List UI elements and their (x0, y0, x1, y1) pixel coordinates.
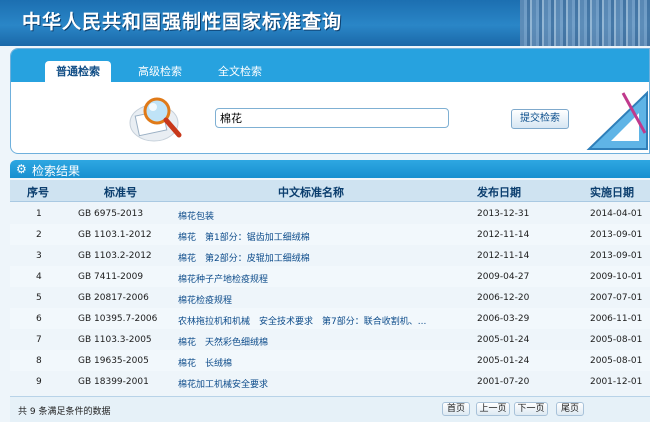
table-row: 3 GB 1103.2-2012 棉花 第2部分：皮辊加工细绒棉 2012-11… (36, 251, 643, 264)
header-banner: 中华人民共和国强制性国家标准查询 (0, 0, 650, 46)
table-row: 6 GB 10395.7-2006 农林拖拉机和机械 安全技术要求 第7部分：联… (10, 308, 650, 329)
next-page-button[interactable]: 下一页 (514, 402, 548, 416)
table-row: 8 GB 19635-2005 棉花 长绒棉 2005-01-24 2005-0… (10, 350, 650, 371)
gear-icon: ⚙ (16, 162, 27, 176)
standard-name-link[interactable]: 棉花 长绒棉 (178, 356, 232, 369)
results-header: ⚙ 检索结果 (10, 160, 650, 178)
results-title: 检索结果 (32, 164, 81, 178)
col-header-eff-date: 实施日期 (590, 186, 634, 199)
standard-name-link[interactable]: 农林拖拉机和机械 安全技术要求 第7部分：联合收割机、... (178, 314, 426, 327)
col-header-no: 序号 (27, 186, 49, 199)
standard-name-link[interactable]: 棉花种子产地检疫规程 (178, 272, 268, 285)
standard-name-link[interactable]: 棉花包装 (178, 209, 214, 222)
first-page-button[interactable]: 首页 (442, 402, 470, 416)
pagination-bar: 共 9 条满足条件的数据 首页 上一页 下一页 尾页 (10, 396, 650, 422)
tab-fulltext-search[interactable]: 全文检索 (207, 61, 273, 83)
page-title: 中华人民共和国强制性国家标准查询 (22, 11, 343, 33)
last-page-button[interactable]: 尾页 (556, 402, 584, 416)
magnifier-icon (129, 97, 182, 142)
tab-basic-search[interactable]: 普通检索 (45, 61, 111, 83)
table-row: 9 GB 18399-2001 棉花加工机械安全要求 2001-07-20 20… (36, 377, 643, 390)
search-input[interactable] (215, 108, 449, 128)
standard-name-link[interactable]: 棉花 天然彩色细绒棉 (178, 335, 268, 348)
standard-name-link[interactable]: 棉花检疫规程 (178, 293, 232, 306)
table-row: 5 GB 20817-2006 棉花检疫规程 2006-12-20 2007-0… (36, 293, 643, 306)
table-row: 7 GB 1103.3-2005 棉花 天然彩色细绒棉 2005-01-24 2… (36, 335, 643, 348)
bookshelf-image (520, 0, 650, 46)
search-panel: 普通检索 高级检索 全文检索 提交检索 (10, 48, 650, 154)
table-row: 4 GB 7411-2009 棉花种子产地检疫规程 2009-04-27 200… (10, 266, 650, 287)
table-row: 2 GB 1103.1-2012 棉花 第1部分：锯齿加工细绒棉 2012-11… (10, 224, 650, 245)
table-row: 1 GB 6975-2013 棉花包装 2013-12-31 2014-04-0… (36, 209, 643, 222)
tab-advanced-search[interactable]: 高级检索 (127, 61, 193, 83)
col-header-name: 中文标准名称 (278, 186, 344, 199)
col-header-pub-date: 发布日期 (477, 186, 521, 199)
table-header: 序号 标准号 中文标准名称 发布日期 实施日期 (10, 180, 650, 202)
ruler-triangle-icon (586, 90, 648, 150)
standard-name-link[interactable]: 棉花 第1部分：锯齿加工细绒棉 (178, 230, 310, 243)
result-count: 共 9 条满足条件的数据 (18, 407, 111, 417)
tab-bar: 普通检索 高级检索 全文检索 (11, 49, 649, 83)
standard-name-link[interactable]: 棉花加工机械安全要求 (178, 377, 268, 390)
prev-page-button[interactable]: 上一页 (476, 402, 510, 416)
standard-name-link[interactable]: 棉花 第2部分：皮辊加工细绒棉 (178, 251, 310, 264)
col-header-code: 标准号 (104, 186, 137, 199)
submit-search-button[interactable]: 提交检索 (511, 109, 569, 129)
